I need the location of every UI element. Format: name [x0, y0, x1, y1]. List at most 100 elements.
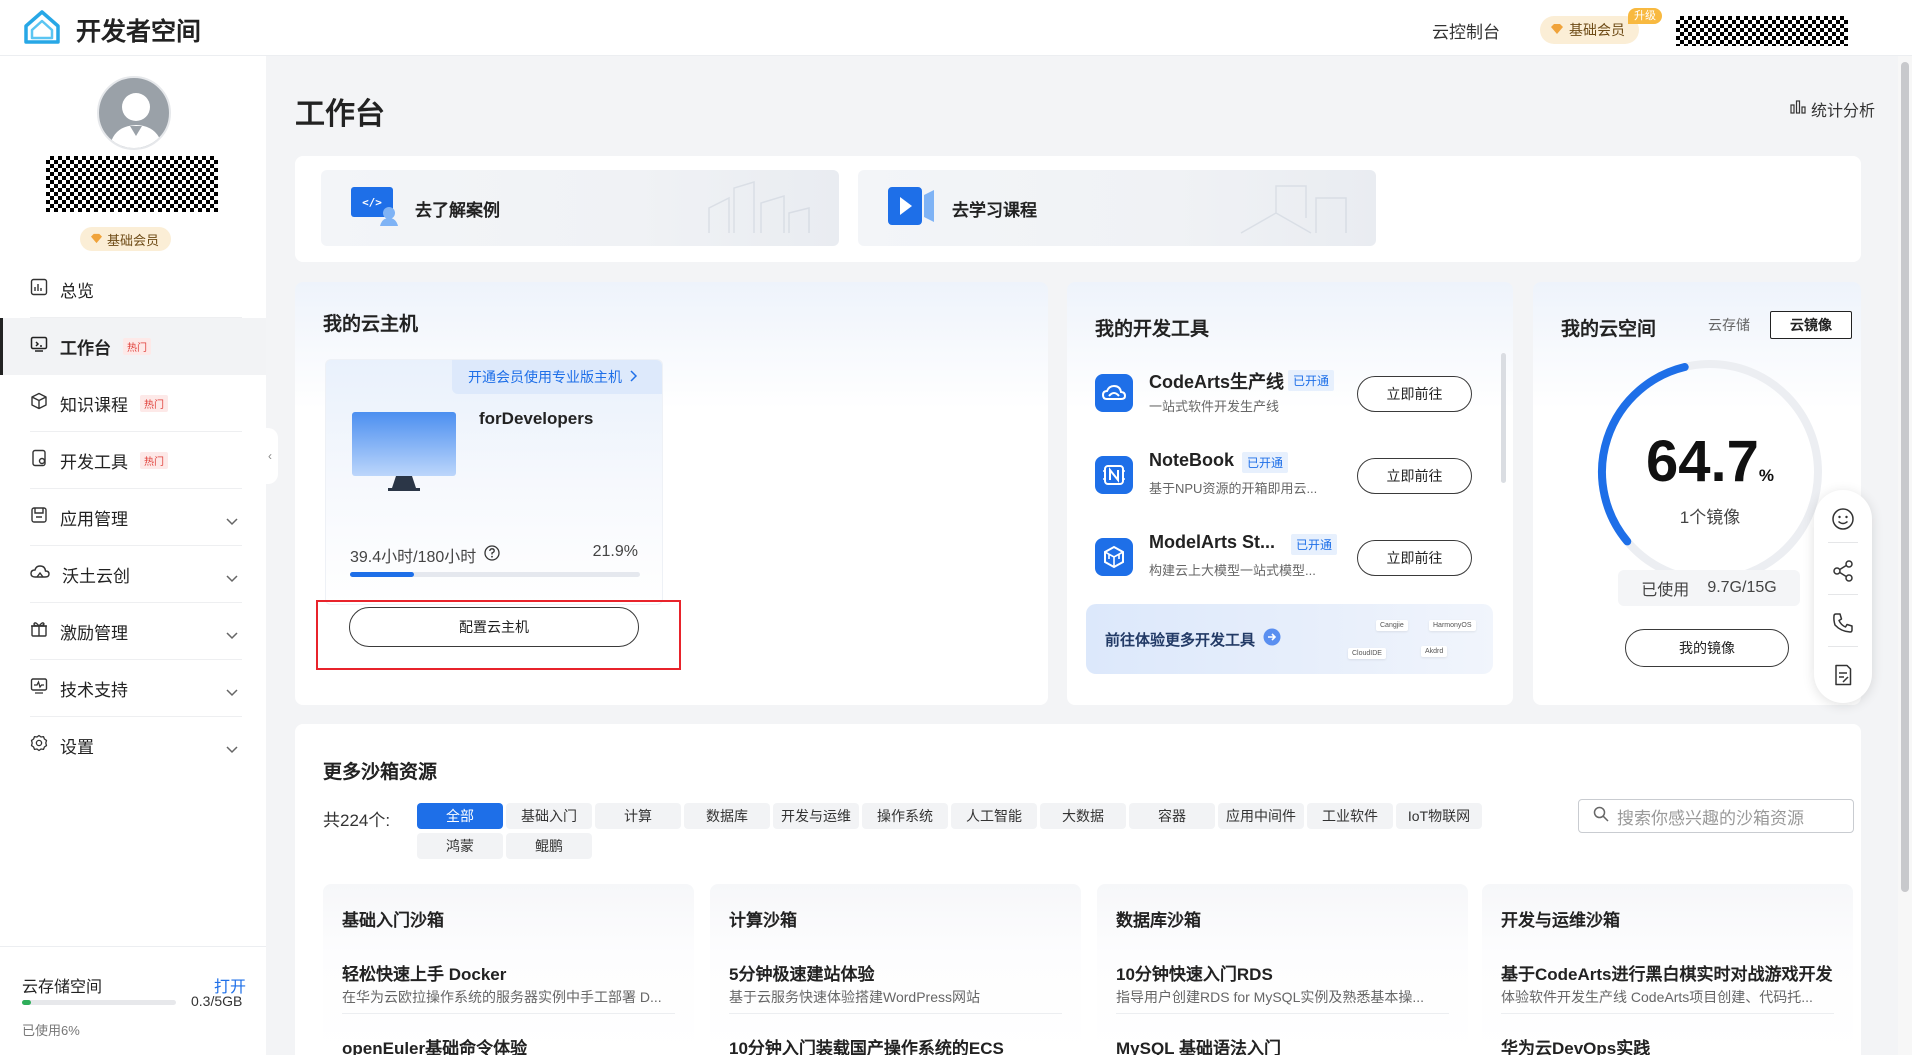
code-case-icon: </> [349, 185, 399, 232]
more-tools-link[interactable]: 前往体验更多开发工具 [1105, 628, 1281, 650]
sidebar-item-courses[interactable]: 知识课程 热门 [0, 375, 266, 432]
house-logo-icon [22, 8, 62, 51]
chip-container[interactable]: 容器 [1129, 803, 1215, 829]
decoration-buildings-icon [1240, 185, 1347, 234]
chevron-down-icon [226, 682, 238, 702]
chip-industrial[interactable]: 工业软件 [1307, 803, 1393, 829]
tool-go-button[interactable]: 立即前往 [1357, 458, 1472, 494]
sidebar-item-overview[interactable]: 总览 [0, 261, 266, 318]
gauge-unit: % [1758, 466, 1774, 485]
host-hours-value: 39.4小时/180小时 [350, 549, 477, 566]
cloud-host-title: 我的云主机 [323, 314, 419, 335]
more-tools-label: 前往体验更多开发工具 [1105, 631, 1256, 649]
brand[interactable]: 开发者空间 [22, 8, 201, 51]
chip-all[interactable]: 全部 [417, 803, 503, 829]
tool-go-button[interactable]: 立即前往 [1357, 376, 1472, 412]
search-icon [1593, 806, 1609, 827]
app-manage-icon [30, 506, 48, 529]
upgrade-host-banner[interactable]: 开通会员使用专业版主机 [452, 360, 662, 394]
chip-iot[interactable]: IoT物联网 [1396, 803, 1482, 829]
avatar[interactable] [97, 76, 171, 150]
tool-name: CodeArts生产线 [1149, 372, 1285, 392]
configure-host-button[interactable]: 配置云主机 [349, 607, 639, 647]
sandbox-item-title[interactable]: 轻松快速上手 Docker [342, 960, 687, 985]
codearts-icon [1095, 374, 1133, 412]
storage-used: 已使用6% [22, 1023, 80, 1038]
page-scrollbar-thumb[interactable] [1901, 62, 1909, 892]
gauge-number: 64.7 [1645, 429, 1759, 494]
hot-tag: 热门 [123, 338, 151, 355]
page-scrollbar[interactable] [1898, 56, 1912, 1055]
username-redacted[interactable] [1676, 16, 1848, 46]
shortcut-courses[interactable]: 去学习课程 [858, 170, 1376, 246]
svg-text:</>: </> [362, 196, 382, 209]
sidebar-item-incentive[interactable]: 激励管理 [0, 603, 266, 660]
chip-database[interactable]: 数据库 [684, 803, 770, 829]
decoration-buildings-icon [708, 180, 810, 233]
sidebar-member-label: 基础会员 [107, 232, 160, 248]
cloud-console-link[interactable]: 云控制台 [1432, 18, 1500, 43]
sandbox-item-title[interactable]: openEuler基础命令体验 [342, 1034, 687, 1055]
chevron-down-icon [226, 511, 238, 531]
chip-basic[interactable]: 基础入门 [506, 803, 592, 829]
floating-toolbar [1814, 490, 1872, 703]
tool-enabled-badge: 已开通 [1242, 452, 1289, 473]
help-circle-icon[interactable] [484, 544, 500, 566]
sidebar-item-dev-tools[interactable]: 开发工具 热门 [0, 432, 266, 489]
chip-compute[interactable]: 计算 [595, 803, 681, 829]
gift-icon [30, 620, 48, 643]
sidebar-item-settings[interactable]: 设置 [0, 717, 266, 774]
sandbox-column-compute: 计算沙箱 5分钟极速建站体验 基于云服务快速体验搭建WordPress网站 10… [710, 884, 1081, 1055]
chevron-down-icon [226, 739, 238, 759]
sandbox-search-input[interactable]: 搜索你感兴趣的沙箱资源 [1578, 799, 1854, 833]
chip-middleware[interactable]: 应用中间件 [1218, 803, 1304, 829]
chip-devops[interactable]: 开发与运维 [773, 803, 859, 829]
smile-icon[interactable] [1828, 504, 1858, 534]
chip-bigdata[interactable]: 大数据 [1040, 803, 1126, 829]
stats-analysis-link[interactable]: 统计分析 [1790, 97, 1875, 121]
sidebar-item-cloud-create[interactable]: 沃土云创 [0, 546, 266, 603]
sidebar-item-support[interactable]: 技术支持 [0, 660, 266, 717]
dev-tools-icon [30, 449, 48, 472]
column-title: 基础入门沙箱 [342, 911, 444, 930]
sandbox-item-title[interactable]: 基于CodeArts进行黑白棋实时对战游戏开发 [1501, 960, 1846, 985]
top-bar: 开发者空间 云控制台 基础会员 升级 [0, 0, 1912, 56]
shortcut-cases[interactable]: </> 去了解案例 [321, 170, 839, 246]
sandbox-item-title[interactable]: MySQL 基础语法入门 [1116, 1034, 1461, 1055]
sidebar-item-app-manage[interactable]: 应用管理 [0, 489, 266, 546]
cloud-space-title: 我的云空间 [1561, 319, 1657, 340]
shortcut-label: 去学习课程 [952, 200, 1037, 220]
member-badge[interactable]: 基础会员 [1540, 16, 1639, 44]
sandbox-item-title[interactable]: 5分钟极速建站体验 [729, 960, 1074, 985]
feedback-icon[interactable] [1828, 660, 1858, 690]
workbench-icon [30, 335, 48, 358]
sidebar-collapse-button[interactable]: ‹ [262, 428, 278, 484]
space-used-value: 9.7G/15G [1707, 579, 1777, 596]
sandbox-item-title[interactable]: 10分钟入门装载国产操作系统的ECS [729, 1034, 1074, 1055]
chip-harmony[interactable]: 鸿蒙 [417, 833, 503, 859]
column-title: 开发与运维沙箱 [1501, 911, 1620, 930]
tab-cloud-storage[interactable]: 云存储 [1690, 311, 1768, 339]
sandbox-title: 更多沙箱资源 [323, 762, 438, 783]
phone-icon[interactable] [1828, 608, 1858, 638]
sidebar-item-workbench[interactable]: 工作台 热门 [0, 318, 266, 375]
chip-ai[interactable]: 人工智能 [951, 803, 1037, 829]
my-images-button[interactable]: 我的镜像 [1625, 629, 1789, 667]
host-usage-bar [350, 572, 640, 577]
sidebar-item-label: 知识课程 [60, 396, 128, 415]
more-tools-banner[interactable]: 前往体验更多开发工具 Cangjie HarmonyOS CloudIDE Ak… [1086, 604, 1493, 674]
modelarts-icon [1095, 538, 1133, 576]
chip-os[interactable]: 操作系统 [862, 803, 948, 829]
space-used-label: 已使用 [1641, 582, 1690, 599]
sandbox-item-title[interactable]: 10分钟快速入门RDS [1116, 960, 1461, 985]
tools-scrollbar[interactable] [1501, 353, 1506, 483]
chip-kunpeng[interactable]: 鲲鹏 [506, 833, 592, 859]
storage-progress-fill [22, 1000, 32, 1005]
sandbox-column-basic: 基础入门沙箱 轻松快速上手 Docker 在华为云欧拉操作系统的服务器实例中手工… [323, 884, 694, 1055]
sandbox-item-title[interactable]: 华为云DevOps实践 [1501, 1034, 1846, 1055]
tab-cloud-image[interactable]: 云镜像 [1770, 311, 1852, 339]
tool-go-button[interactable]: 立即前往 [1357, 540, 1472, 576]
tool-enabled-badge: 已开通 [1291, 534, 1338, 555]
share-icon[interactable] [1828, 556, 1858, 586]
upgrade-tag[interactable]: 升级 [1628, 8, 1662, 24]
